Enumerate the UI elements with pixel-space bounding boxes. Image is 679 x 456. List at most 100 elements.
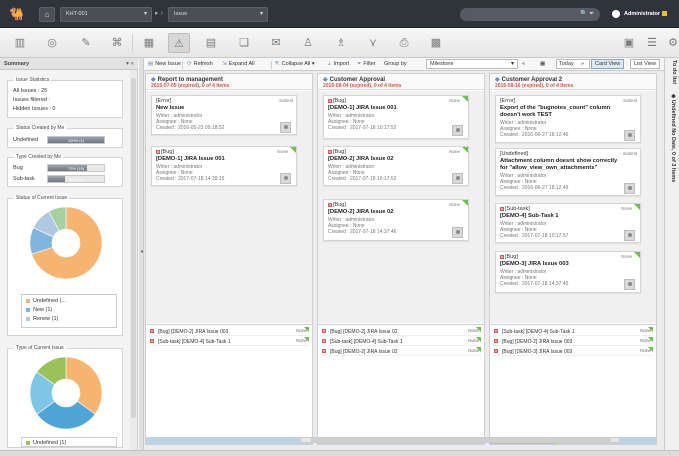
expand-icon: ⇲ <box>222 61 227 67</box>
filter-button[interactable]: ⏷ Filter <box>357 61 376 68</box>
status-corner-flag <box>634 252 640 258</box>
refresh-button[interactable]: ⟳ Refresh <box>187 61 213 67</box>
menu-select[interactable]: Issue ▾ <box>168 7 268 22</box>
status-footer <box>0 450 679 456</box>
today-button[interactable]: Today <box>556 59 590 69</box>
prev-period-button[interactable]: « <box>522 61 525 67</box>
type-chart-title: Type of Current Issue <box>14 345 66 351</box>
list-item[interactable]: [Bug] [DEMO-3] JIRA Issue 003 None <box>493 347 653 356</box>
list-item-text: [Bug] [DEMO-2] JIRA Issue 02 <box>330 349 398 355</box>
collapse-arrow-icon[interactable]: ◂ <box>140 248 143 255</box>
assignee-avatar-icon <box>624 130 635 141</box>
card-type-text: [Bug] <box>333 202 346 208</box>
filter-label: Filter <box>363 61 376 67</box>
card-title[interactable]: [DEMO-2] JIRA Issue 02 <box>328 209 448 216</box>
bug-type-icon <box>322 349 326 353</box>
list-item[interactable]: [Sub-task] [DEMO-4] Sub-Task 1 None <box>321 337 481 346</box>
user-name: Administrator <box>624 11 661 17</box>
search-icon[interactable]: 🔍 <box>580 11 587 17</box>
left-scrollbar[interactable] <box>130 70 137 450</box>
settings-list-icon[interactable]: ☰ <box>641 33 663 53</box>
card-title[interactable]: [DEMO-3] JIRA Issue 003 <box>500 261 620 268</box>
issue-card[interactable]: [Error] Submit Export of the "bugnotes_c… <box>495 95 641 143</box>
chart-icon[interactable]: ⋎ <box>362 33 384 53</box>
users-icon[interactable]: ♗ <box>330 33 352 53</box>
status-corner-flag <box>648 337 653 342</box>
card-view-button[interactable]: Card View <box>591 59 625 69</box>
card-title[interactable]: [DEMO-2] JIRA Issue 02 <box>328 156 448 163</box>
group-by-select[interactable]: Milestone ▾ <box>426 59 518 69</box>
board-horizontal-scrollbar[interactable] <box>300 437 620 443</box>
dashboard-icon[interactable]: ▥ <box>9 33 31 53</box>
column-header[interactable]: ◆ Customer Approval 2016-08-04 (expired),… <box>318 74 484 90</box>
list-item[interactable]: [Sub-task] [DEMO-4] Sub-Task 1 None <box>493 327 653 336</box>
splitter-handle[interactable]: ◂ <box>139 58 144 450</box>
card-created: Created : 2017-07-18 10:17:52 <box>328 176 397 182</box>
card-title[interactable]: Export of the "bugnotes_count" column do… <box>500 105 620 119</box>
expand-all-button[interactable]: ⇲ Expand All <box>222 61 255 67</box>
issue-card[interactable]: [Bug] None [DEMO-2] JIRA Issue 02 Writer… <box>323 199 469 241</box>
card-title[interactable]: [DEMO-4] Sub-Task 1 <box>500 213 620 220</box>
scroll-thumb[interactable] <box>131 78 136 418</box>
scroll-thumb[interactable] <box>311 438 611 442</box>
issue-card[interactable]: [Undefined] Submit Attachment column doe… <box>495 148 641 196</box>
camel-logo-icon[interactable]: 🐫 <box>9 7 27 21</box>
project-select[interactable]: KHT-001 ▾ <box>60 7 152 22</box>
column-title: ◆ Customer Approval 2 <box>495 76 562 83</box>
list-item[interactable]: [Sub-task] [DEMO-4] Sub-Task 1 None <box>149 337 309 346</box>
list-view-button[interactable]: List View <box>630 59 660 69</box>
toolbar-divider <box>271 61 272 69</box>
collapse-left-icon[interactable]: ▾ « <box>126 60 134 67</box>
issue-card[interactable]: [Bug] None [DEMO-1] JIRA Issue 001 Write… <box>323 95 469 139</box>
person-icon[interactable]: ♙ <box>297 33 319 53</box>
card-title[interactable]: New Issue <box>156 105 276 112</box>
list-item[interactable]: [Bug] [DEMO-2] JIRA Issue 02 None <box>321 347 481 356</box>
calendar-icon[interactable]: ▤ <box>200 33 222 53</box>
import-button[interactable]: ⇣ Import <box>327 61 349 67</box>
gear-icon[interactable]: ⚙ <box>662 33 679 53</box>
card-type: [Undefined] <box>500 151 529 157</box>
edit-icon[interactable]: ✎ <box>75 33 97 53</box>
printer-icon[interactable]: ⎙ <box>393 33 415 53</box>
card-title[interactable]: [DEMO-1] JIRA Issue 001 <box>156 156 276 163</box>
status-corner-flag <box>634 204 640 210</box>
search-input[interactable]: 🔍 ⏷ <box>460 8 600 21</box>
filter-icon[interactable]: ⏷ <box>589 11 594 17</box>
card-status: None <box>621 254 632 259</box>
type-chart-box: Type of Current Issue Undefined (1) <box>7 345 123 448</box>
issue-card[interactable]: [Bug] None [DEMO-3] JIRA Issue 003 Write… <box>495 251 641 293</box>
issue-card[interactable]: [Sub-task] None [DEMO-4] Sub-Task 1 Writ… <box>495 203 641 243</box>
list-item[interactable]: [Bug] [DEMO-2] JIRA Issue 003 None <box>493 337 653 346</box>
issue-card[interactable]: [Error] Submit New Issue Writer : admini… <box>151 95 297 135</box>
user-menu[interactable]: Administrator <box>612 8 676 21</box>
window-icon[interactable]: ▣ <box>618 33 640 53</box>
undefined-column-collapsed[interactable]: ◆ Undefined No Date, 0 of 3 Items <box>670 94 676 182</box>
new-issue-button[interactable]: ▤ New Issue <box>148 61 181 67</box>
list-item[interactable]: [Bug] [DEMO-2] JIRA Issue 003 None <box>149 327 309 336</box>
card-title[interactable]: [DEMO-1] JIRA Issue 001 <box>328 105 448 112</box>
calendar-icon[interactable]: ▦ <box>540 61 545 67</box>
compass-icon[interactable]: ◎ <box>41 33 63 53</box>
card-type: [Bug] <box>500 254 518 260</box>
issue-card[interactable]: [Bug] None [DEMO-1] JIRA Issue 001 Write… <box>151 146 297 186</box>
grid-icon[interactable]: ▦ <box>138 33 160 53</box>
chat-icon[interactable]: ❏ <box>233 33 255 53</box>
todo-list-tab[interactable]: To do list <box>671 60 677 84</box>
card-created: Created : 2017-07-18 14:37:46 <box>328 229 397 235</box>
comment-icon[interactable]: ✉ <box>265 33 287 53</box>
collapse-all-button[interactable]: ⇱ Collapse All ▾ <box>275 61 315 67</box>
report-icon[interactable]: ▩ <box>425 33 447 53</box>
card-status: None <box>621 206 632 211</box>
next-period-button[interactable]: » <box>581 61 584 67</box>
issue-card[interactable]: [Bug] None [DEMO-2] JIRA Issue 02 Writer… <box>323 146 469 186</box>
notification-flag-icon <box>662 11 668 17</box>
card-status: None <box>449 149 460 154</box>
column-header[interactable]: ◆ Report to management 2016-07-05 (expire… <box>146 74 312 90</box>
type-donut-slice[interactable] <box>65 356 103 415</box>
card-title[interactable]: Attachment column doesnt show correctly … <box>500 158 620 172</box>
column-header[interactable]: ◆ Customer Approval 2 2016-08-16 (expired… <box>490 74 656 90</box>
hierarchy-icon[interactable]: ⌘ <box>106 33 128 53</box>
list-item[interactable]: [Bug] [DEMO-2] JIRA Issue 02 None <box>321 327 481 336</box>
warning-icon[interactable]: ⚠ <box>168 33 190 53</box>
home-icon[interactable]: ⌂ <box>39 7 55 22</box>
